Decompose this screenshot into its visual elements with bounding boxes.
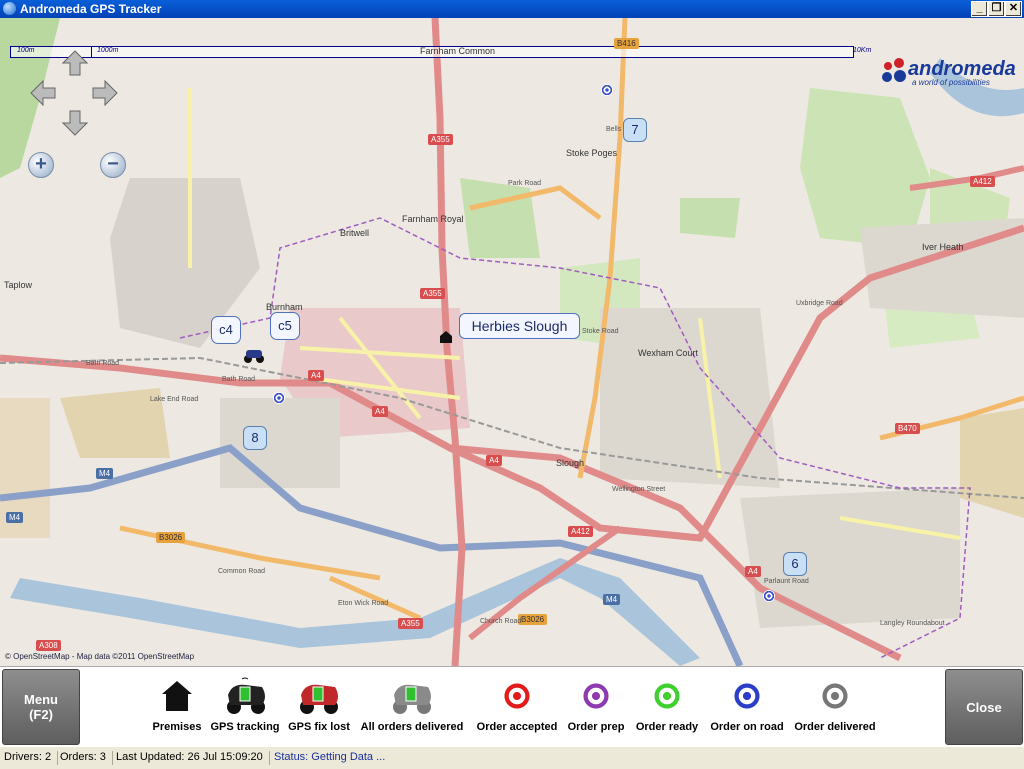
menu-button[interactable]: Menu (F2) [2, 669, 80, 745]
driver-scooter-icon[interactable] [242, 346, 266, 364]
map-tiles [0, 18, 1024, 666]
premises-house-icon[interactable] [439, 330, 453, 344]
legend-label: GPS fix lost [288, 721, 350, 733]
street-label: Stoke Road [582, 328, 619, 335]
scale-label-100m: 100m [17, 47, 35, 54]
street-label: Wellington Street [612, 486, 666, 493]
order-target-icon[interactable] [601, 84, 613, 96]
order-badge-8[interactable]: 8 [243, 426, 267, 450]
premises-house-icon [162, 681, 192, 711]
order-prep-target-icon [581, 681, 611, 711]
road-label: M4 [6, 512, 24, 523]
order-target-icon[interactable] [763, 590, 775, 602]
place-label: Slough [556, 458, 585, 468]
andromeda-logo: andromeda a world of possibilities [882, 58, 1022, 92]
driver-bubble-c5[interactable]: c5 [270, 312, 300, 340]
order-delivered-target-icon [820, 681, 850, 711]
zoom-in-icon[interactable]: + [28, 152, 54, 178]
road-label: B3026 [156, 532, 186, 543]
place-label: Iver Heath [922, 242, 964, 252]
street-label: Uxbridge Road [796, 300, 843, 307]
road-label: B470 [895, 423, 920, 434]
logo-tagline: a world of possibilities [912, 78, 990, 87]
road-label: A412 [568, 526, 593, 537]
legend-label: Premises [152, 721, 202, 733]
road-label: B416 [614, 38, 639, 49]
street-label: Park Road [508, 180, 542, 187]
road-label: A4 [308, 370, 324, 381]
map-view[interactable]: 100m 1000m 10Km andromeda a world of pos… [0, 18, 1024, 666]
road-label: A4 [372, 406, 388, 417]
road-label: M4 [603, 594, 621, 605]
road-label: A4 [745, 566, 761, 577]
scale-label-1000m: 1000m [97, 47, 119, 54]
minimize-button[interactable]: _ [971, 1, 988, 17]
place-label: Farnham Common [420, 46, 496, 56]
pan-down-icon[interactable] [62, 110, 88, 136]
menu-button-label: Menu [24, 692, 58, 707]
order-badge-6[interactable]: 6 [783, 552, 807, 576]
bottom-toolbar: Menu (F2) Premises GPS tracking GPS fix … [0, 666, 1024, 747]
pan-right-icon[interactable] [92, 80, 118, 106]
legend-label: Order accepted [476, 721, 558, 733]
road-label: A4 [486, 455, 502, 466]
driver-bubble-c4[interactable]: c4 [211, 316, 241, 344]
close-window-button[interactable]: ✕ [1005, 1, 1022, 17]
map-attribution: © OpenStreetMap - Map data ©2011 OpenStr… [5, 652, 195, 661]
street-label: Bath Road [86, 360, 120, 367]
road-label: B3026 [518, 614, 548, 625]
place-label: Farnham Royal [402, 214, 464, 224]
all-delivered-scooter-icon [393, 684, 431, 714]
zoom-out-icon[interactable]: − [100, 152, 126, 178]
place-label: Taplow [4, 280, 33, 290]
order-accepted-target-icon [502, 681, 532, 711]
road-label: A355 [420, 288, 445, 299]
pan-left-icon[interactable] [30, 80, 56, 106]
order-badge-7[interactable]: 7 [623, 118, 647, 142]
status-orders-count: Orders: 3 [60, 751, 113, 765]
street-label: Eton Wick Road [338, 600, 389, 607]
window-title: Andromeda GPS Tracker [20, 2, 162, 16]
road-label: A355 [398, 618, 423, 629]
legend-label: Order delivered [794, 721, 876, 733]
legend-label: Order ready [635, 721, 699, 733]
scale-label-10km: 10Km [853, 47, 872, 54]
road-label: A412 [970, 176, 995, 187]
order-target-icon[interactable] [273, 392, 285, 404]
legend-label: All orders delivered [360, 721, 464, 733]
status-bar: Drivers: 2 Orders: 3 Last Updated: 26 Ju… [0, 746, 1024, 769]
app-globe-icon [3, 2, 16, 15]
premises-label[interactable]: Herbies Slough [459, 313, 580, 339]
menu-button-shortcut: (F2) [29, 707, 53, 722]
close-button-label: Close [966, 700, 1002, 715]
place-label: Britwell [340, 228, 370, 238]
status-last-updated: Last Updated: 26 Jul 15:09:20 [116, 751, 270, 765]
road-label: A308 [36, 640, 61, 651]
legend-label: Order prep [567, 721, 625, 733]
road-label: A355 [428, 134, 453, 145]
street-label: Parlaunt Road [764, 578, 809, 585]
status-drivers-count: Drivers: 2 [4, 751, 59, 765]
order-on-road-target-icon [732, 681, 762, 711]
legend-label: Order on road [710, 721, 784, 733]
street-label: Common Road [218, 568, 266, 575]
status-text: Status: Getting Data ... [274, 751, 386, 763]
gps-fix-lost-scooter-icon [300, 684, 338, 714]
place-label: Stoke Poges [566, 148, 618, 158]
legend-label: GPS tracking [210, 721, 280, 733]
place-label: Wexham Court [638, 348, 698, 358]
gps-tracking-scooter-icon [227, 677, 265, 714]
order-ready-target-icon [652, 681, 682, 711]
road-label: M4 [96, 468, 114, 479]
street-label: Church Road [480, 618, 522, 625]
pan-up-icon[interactable] [62, 50, 88, 76]
place-label: Burnham [266, 302, 303, 312]
title-bar: Andromeda GPS Tracker _ ❐ ✕ [0, 0, 1024, 18]
street-label: Bath Road [222, 376, 256, 383]
restore-button[interactable]: ❐ [988, 1, 1005, 17]
close-button[interactable]: Close [945, 669, 1023, 745]
street-label: Langley Roundabout [880, 620, 945, 627]
street-label: Lake End Road [150, 396, 199, 403]
